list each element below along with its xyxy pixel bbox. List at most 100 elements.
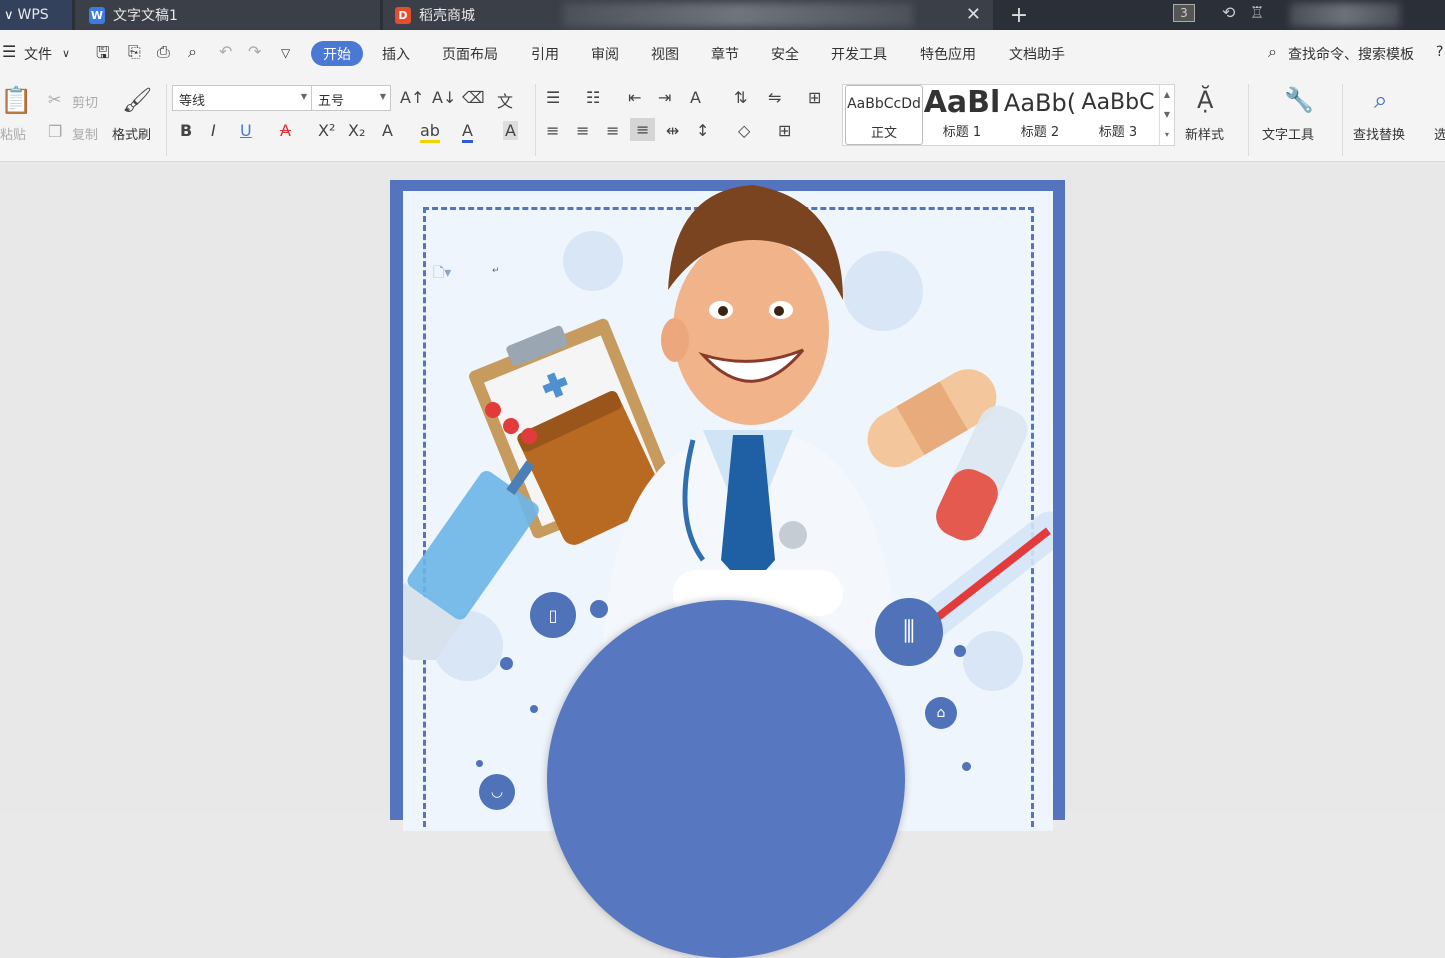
style-normal[interactable]: AaBbCcDd 正文	[845, 85, 923, 145]
style-label: 标题 3	[1098, 125, 1138, 140]
menu-security[interactable]: 安全	[771, 44, 799, 64]
font-name-select[interactable]: 等线 ▼	[172, 85, 312, 111]
style-heading-1[interactable]: AaBl 标题 1	[923, 85, 1001, 145]
menu-developer[interactable]: 开发工具	[831, 44, 887, 64]
text-effect-icon[interactable]: A	[382, 121, 393, 140]
tab-label: 文字文稿1	[113, 8, 178, 24]
menu-insert[interactable]: 插入	[382, 44, 410, 64]
border-icon[interactable]: ⊞	[778, 121, 791, 140]
font-color-icon[interactable]: A	[462, 121, 473, 143]
close-tab-icon[interactable]: ✕	[966, 4, 981, 25]
cut-icon[interactable]: ✂	[48, 90, 61, 109]
chevron-down-icon: ▼	[300, 92, 307, 101]
distribute-icon[interactable]: ⇹	[666, 121, 679, 140]
copy-icon[interactable]: ❐	[48, 122, 62, 141]
menu-file[interactable]: 文件	[24, 44, 52, 64]
menu-bar: ☰ 文件 ∨ 🖫 ⎘ ⎙ ⌕ ↶ ↷ ▽ 开始 插入 页面布局 引用 审阅 视图…	[0, 30, 1445, 78]
decrease-indent-icon[interactable]: ⇤	[628, 88, 641, 107]
docer-icon: D	[395, 6, 411, 24]
show-marks-icon[interactable]: ⇋	[768, 88, 781, 107]
phonetic-icon[interactable]: 文	[497, 88, 513, 112]
dental-tools-icon: ⫼	[875, 598, 943, 666]
redo-icon[interactable]: ↷	[248, 42, 261, 61]
tab-document[interactable]: W 文字文稿1	[75, 0, 380, 30]
bold-button[interactable]: B	[180, 121, 192, 140]
font-size-value: 五号	[318, 94, 345, 109]
style-scroll[interactable]: ▲ ▼ ▾	[1159, 85, 1174, 145]
customize-icon[interactable]: ▽	[281, 46, 290, 60]
wps-logo-icon: ∨	[4, 7, 14, 23]
superscript-icon[interactable]: X²	[318, 121, 335, 140]
grow-font-icon[interactable]: A↑	[400, 88, 424, 107]
menu-chapter[interactable]: 章节	[711, 44, 739, 64]
paste-button[interactable]: 粘贴	[0, 124, 26, 143]
menu-start[interactable]: 开始	[311, 41, 363, 66]
help-icon[interactable]: ?	[1436, 44, 1443, 60]
align-left-icon[interactable]: ≡	[546, 121, 559, 140]
style-heading-2[interactable]: AaBb( 标题 2	[1001, 85, 1079, 145]
text-direction-icon[interactable]: A	[690, 88, 701, 107]
cut-button[interactable]: 剪切	[72, 92, 98, 111]
undo-icon[interactable]: ↶	[219, 42, 232, 61]
menu-view[interactable]: 视图	[651, 44, 679, 64]
justify-icon[interactable]: ≡	[630, 118, 656, 141]
text-tools-button[interactable]: 文字工具	[1262, 124, 1314, 143]
menu-page-layout[interactable]: 页面布局	[442, 44, 498, 64]
tab-wps-home[interactable]: ∨ WPS	[0, 0, 72, 30]
search-icon[interactable]: ⌕	[1268, 42, 1277, 62]
menu-references[interactable]: 引用	[531, 44, 559, 64]
align-right-icon[interactable]: ≡	[606, 121, 619, 140]
tooth-icon: ⌂	[925, 697, 957, 729]
line-spacing-icon[interactable]: ↕	[696, 121, 709, 140]
print-preview-icon[interactable]: ⌕	[188, 42, 197, 62]
shading-icon[interactable]: ◇	[738, 121, 750, 140]
format-painter-icon[interactable]: 🖌	[122, 86, 152, 114]
bullet-list-icon[interactable]: ☰	[546, 88, 560, 107]
increase-indent-icon[interactable]: ⇥	[658, 88, 671, 107]
skin-icon[interactable]: ♖	[1250, 3, 1264, 22]
shrink-font-icon[interactable]: A↓	[432, 88, 456, 107]
clear-format-icon[interactable]: ⌫	[462, 88, 485, 107]
char-shading-icon[interactable]: A	[503, 121, 518, 140]
hamburger-icon[interactable]: ☰	[2, 42, 16, 61]
select-button[interactable]: 选	[1434, 124, 1445, 143]
sync-icon[interactable]: ⟲	[1222, 3, 1235, 22]
underline-button[interactable]: U	[240, 121, 252, 140]
find-replace-button[interactable]: 查找替换	[1353, 124, 1405, 143]
decor-dot	[476, 760, 483, 767]
find-icon[interactable]: ⌕	[1374, 86, 1387, 114]
italic-button[interactable]: I	[211, 121, 216, 140]
new-tab-button[interactable]: +	[1008, 0, 1030, 30]
align-center-icon[interactable]: ≡	[576, 121, 589, 140]
table-icon[interactable]: ⊞	[808, 88, 821, 107]
chevron-down-icon[interactable]: ∨	[62, 47, 70, 60]
style-label: 标题 1	[942, 125, 982, 140]
menu-review[interactable]: 审阅	[591, 44, 619, 64]
output-icon[interactable]: ⎘	[128, 42, 141, 62]
decor-dot	[962, 762, 971, 771]
command-search[interactable]: 查找命令、搜索模板	[1288, 44, 1414, 64]
center-blue-circle[interactable]	[547, 600, 905, 958]
highlight-icon[interactable]: ab	[420, 121, 440, 143]
paste-options-icon[interactable]: 🗋▾	[433, 262, 451, 286]
print-icon[interactable]: ⎙	[157, 42, 170, 62]
subscript-icon[interactable]: X₂	[348, 121, 365, 140]
font-size-select[interactable]: 五号 ▼	[311, 85, 391, 111]
paste-icon[interactable]: 📋	[0, 86, 32, 116]
style-heading-3[interactable]: AaBbC 标题 3	[1079, 85, 1157, 145]
strikethrough-icon[interactable]: A	[280, 121, 291, 140]
menu-special-apps[interactable]: 特色应用	[920, 44, 976, 64]
new-style-button[interactable]: 新样式	[1185, 124, 1224, 143]
window-count-badge[interactable]: 3	[1173, 4, 1195, 22]
wrench-icon[interactable]: 🔧	[1284, 86, 1314, 114]
menu-doc-assistant[interactable]: 文档助手	[1009, 44, 1065, 64]
numbered-list-icon[interactable]: ☷	[586, 88, 600, 107]
tab-label: WPS	[17, 7, 49, 23]
new-style-icon[interactable]: Ặ	[1197, 86, 1213, 114]
tab-docer-store[interactable]: D 稻壳商城 ✕	[383, 0, 993, 30]
format-painter-button[interactable]: 格式刷	[112, 124, 151, 143]
save-icon[interactable]: 🖫	[96, 42, 110, 69]
style-label: 标题 2	[1020, 125, 1060, 140]
copy-button[interactable]: 复制	[72, 124, 98, 143]
sort-icon[interactable]: ⇅	[734, 88, 747, 107]
